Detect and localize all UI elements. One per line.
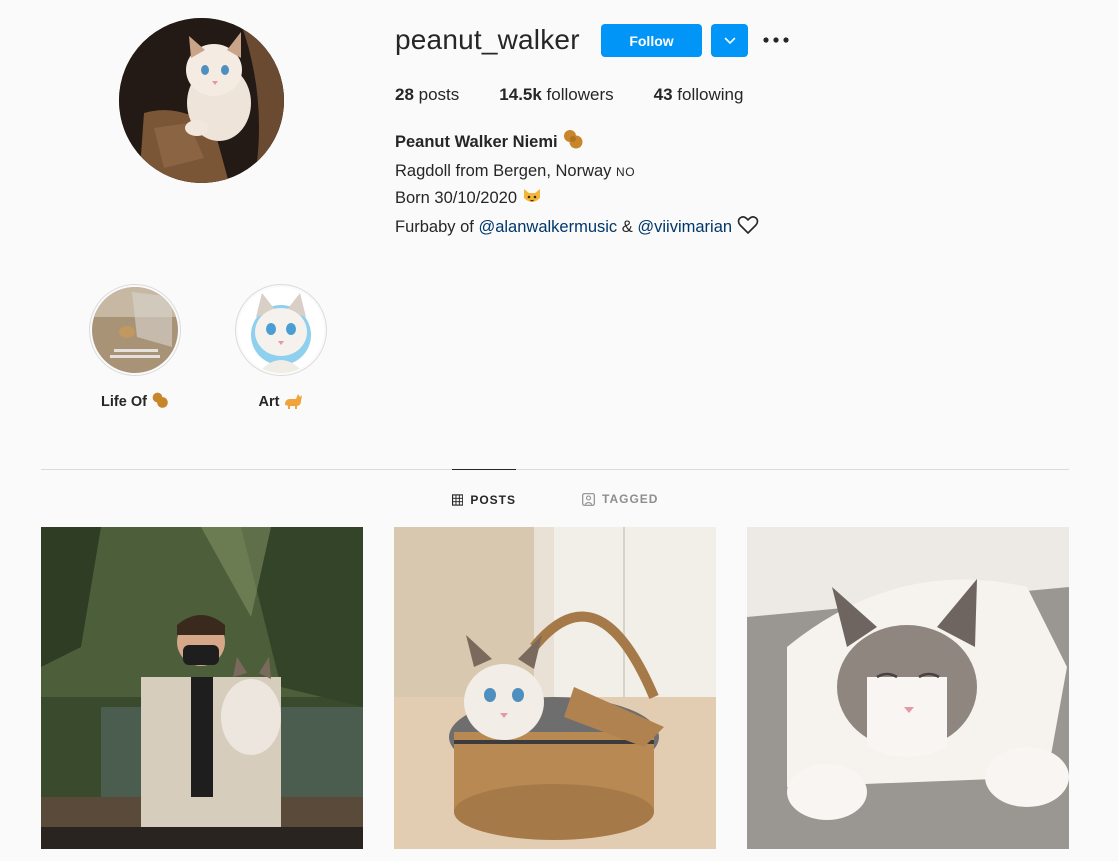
heart-icon	[737, 215, 759, 243]
suggested-accounts-dropdown-button[interactable]	[711, 24, 748, 57]
grid-icon	[452, 493, 464, 506]
bio-flag-text: NO	[616, 165, 636, 179]
peanut-emoji-icon	[151, 391, 169, 413]
highlight-art[interactable]: Art	[211, 284, 351, 413]
followers-label: followers	[541, 85, 614, 104]
tab-posts[interactable]: POSTS	[452, 469, 516, 529]
highlight-label: Life Of	[65, 391, 205, 413]
bio-name-line: Peanut Walker Niemi	[395, 128, 759, 158]
avatar-cat-image	[119, 18, 284, 183]
post-thumbnail-2[interactable]	[394, 527, 716, 849]
bio-furbaby-prefix: Furbaby of	[395, 218, 479, 236]
tab-posts-label: POSTS	[470, 492, 516, 507]
posts-count: 28	[395, 85, 414, 104]
follow-button[interactable]: Follow	[601, 24, 702, 57]
profile-full-name: Peanut Walker Niemi	[395, 133, 558, 151]
highlight-life-of[interactable]: Life Of	[65, 284, 205, 413]
bio-line-location: Ragdoll from Bergen, Norway NO	[395, 158, 759, 185]
cat-face-emoji-icon	[522, 186, 542, 214]
post-image-cat-lying-on-rug	[747, 527, 1069, 849]
chevron-down-icon	[724, 37, 735, 44]
post-image-cat-in-basket	[394, 527, 716, 849]
mention-alanwalkermusic-link[interactable]: @alanwalkermusic	[478, 218, 617, 236]
following-label: following	[672, 85, 744, 104]
post-thumbnail-3[interactable]	[747, 527, 1069, 849]
profile-stats: 28 posts 14.5k followers 43 following	[395, 85, 783, 105]
highlight-life-of-label: Life Of	[101, 394, 147, 410]
highlight-life-of-image	[92, 287, 178, 373]
post-image-man-holding-cat	[41, 527, 363, 849]
tab-tagged-label: TAGGED	[602, 492, 659, 506]
cat-emoji-icon	[283, 391, 303, 413]
posts-label: posts	[413, 85, 460, 104]
more-options-button[interactable]	[762, 28, 790, 52]
peanut-emoji-icon	[562, 128, 584, 158]
following-stat[interactable]: 43 following	[654, 85, 744, 105]
tab-tagged[interactable]: TAGGED	[582, 469, 658, 529]
highlight-art-label: Art	[258, 394, 280, 410]
highlight-ring	[235, 284, 327, 376]
content-divider	[41, 469, 1069, 470]
bio-location-text: Ragdoll from Bergen, Norway	[395, 162, 612, 180]
highlight-label: Art	[211, 391, 351, 413]
profile-username: peanut_walker	[395, 24, 580, 55]
following-count: 43	[653, 85, 673, 104]
bio-line-furbaby: Furbaby of @alanwalkermusic & @viivimari…	[395, 214, 759, 243]
followers-stat[interactable]: 14.5k followers	[499, 85, 613, 105]
profile-bio: Peanut Walker Niemi Ragdoll from Bergen,…	[395, 128, 759, 243]
bio-line-born: Born 30/10/2020	[395, 185, 759, 214]
highlight-art-image	[238, 287, 324, 373]
bio-ampersand: &	[617, 218, 638, 236]
profile-page: peanut_walker Follow 28 posts 14.5k foll…	[0, 0, 1118, 861]
followers-count: 14.5k	[499, 85, 542, 104]
mention-viivimarian-link[interactable]: @viivimarian	[637, 218, 732, 236]
ellipsis-icon	[763, 37, 789, 43]
highlight-ring	[89, 284, 181, 376]
profile-avatar[interactable]	[119, 18, 284, 183]
post-thumbnail-1[interactable]	[41, 527, 363, 849]
bio-born-text: Born 30/10/2020	[395, 189, 518, 207]
posts-stat: 28 posts	[395, 85, 459, 105]
tagged-user-icon	[582, 492, 595, 506]
